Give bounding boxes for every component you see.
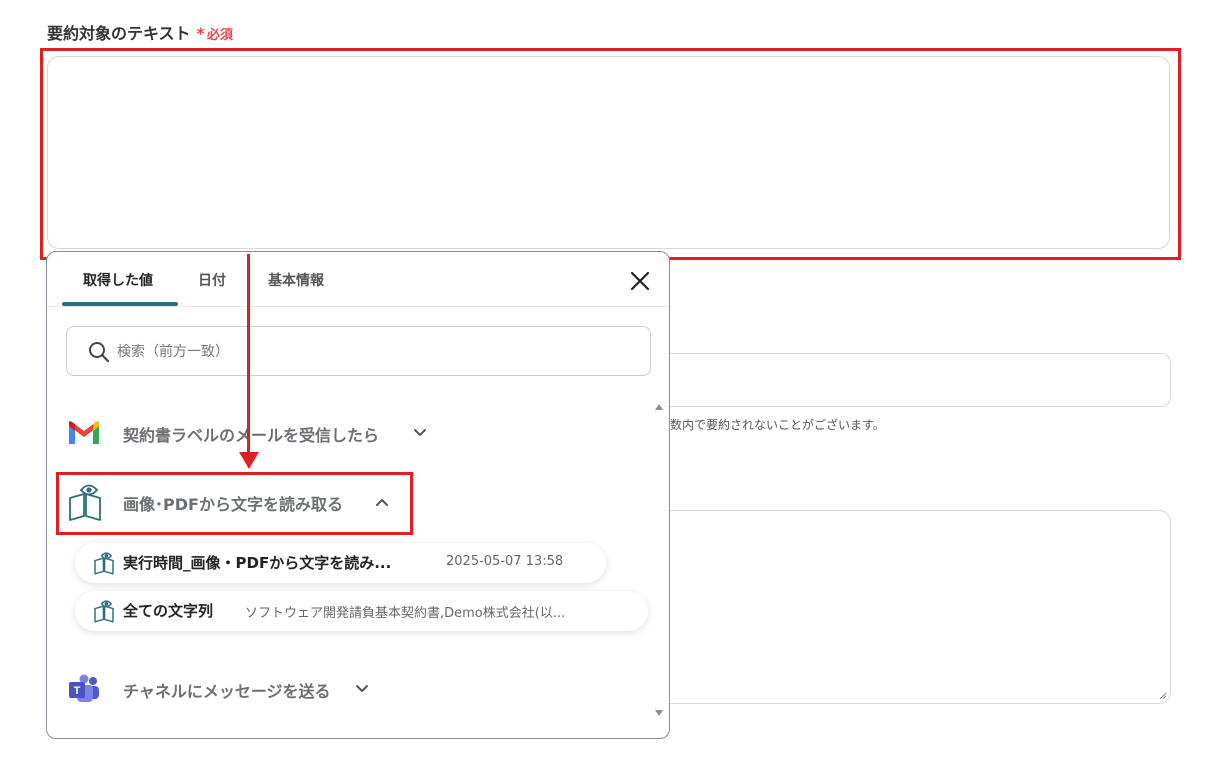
item-title: 全ての文字列 xyxy=(123,602,214,620)
item-title: 実行時間_画像・PDFから文字を読み... xyxy=(123,554,392,572)
ocr-book-eye-icon xyxy=(94,600,114,623)
chevron-down-icon xyxy=(356,685,368,692)
close-icon[interactable] xyxy=(629,270,651,292)
required-text: 必須 xyxy=(206,28,233,43)
value-picker-popup: 取得した値 日付 基本情報 契約書ラベルのメールを受信したら xyxy=(46,251,670,739)
background-input-field[interactable] xyxy=(640,353,1171,407)
summary-target-textarea[interactable] xyxy=(47,56,1170,249)
svg-text:T: T xyxy=(74,685,81,697)
chevron-down-icon xyxy=(414,429,426,436)
tab-date[interactable]: 日付 xyxy=(198,270,226,290)
field-label-text: 要約対象のテキスト xyxy=(47,24,191,43)
item-meta: 2025-05-07 13:58 xyxy=(446,554,564,569)
search-icon xyxy=(89,342,110,363)
search-input[interactable] xyxy=(115,328,639,376)
list-item-all-text[interactable]: 全ての文字列 ソフトウェア開発請負基本契約書,Demo株式会社(以... xyxy=(75,591,648,631)
chevron-up-icon xyxy=(376,499,388,506)
group-label-ocr: 画像･PDFから文字を読み取る xyxy=(123,495,343,514)
resize-grip-icon[interactable] xyxy=(1159,692,1167,700)
active-tab-indicator xyxy=(62,302,178,306)
tab-acquired-values[interactable]: 取得した値 xyxy=(83,270,153,290)
ocr-book-eye-icon xyxy=(94,552,114,575)
annotation-arrow-line xyxy=(247,254,250,454)
gmail-icon xyxy=(69,421,99,444)
required-mark: * xyxy=(196,24,205,43)
group-label-gmail: 契約書ラベルのメールを受信したら xyxy=(123,426,380,445)
ocr-book-eye-icon xyxy=(69,484,101,521)
scroll-up-arrow-icon[interactable] xyxy=(653,402,665,412)
popup-scrollbar[interactable] xyxy=(652,402,666,720)
list-item-execution-time[interactable]: 実行時間_画像・PDFから文字を読み... 2025-05-07 13:58 xyxy=(75,543,606,583)
group-gmail-trigger[interactable]: 契約書ラベルのメールを受信したら xyxy=(67,416,447,450)
item-meta: ソフトウェア開発請負基本契約書,Demo株式会社(以... xyxy=(245,606,566,621)
group-label-teams: チャネルにメッセージを送る xyxy=(123,682,331,701)
group-teams-action[interactable]: T チャネルにメッセージを送る xyxy=(67,672,427,706)
group-ocr-action[interactable]: 画像･PDFから文字を読み取る xyxy=(67,480,397,524)
popup-tab-bar: 取得した値 日付 基本情報 xyxy=(47,252,669,307)
background-textarea[interactable] xyxy=(640,510,1171,704)
scroll-down-arrow-icon[interactable] xyxy=(653,708,665,718)
annotation-arrow-head-icon xyxy=(239,452,259,469)
field-label: 要約対象のテキスト * 必須 xyxy=(47,20,233,44)
background-help-note: 数内で要約されないことがございます。 xyxy=(670,418,885,432)
search-box xyxy=(66,326,651,376)
tab-basic-info[interactable]: 基本情報 xyxy=(268,270,324,290)
teams-icon: T xyxy=(69,674,99,702)
